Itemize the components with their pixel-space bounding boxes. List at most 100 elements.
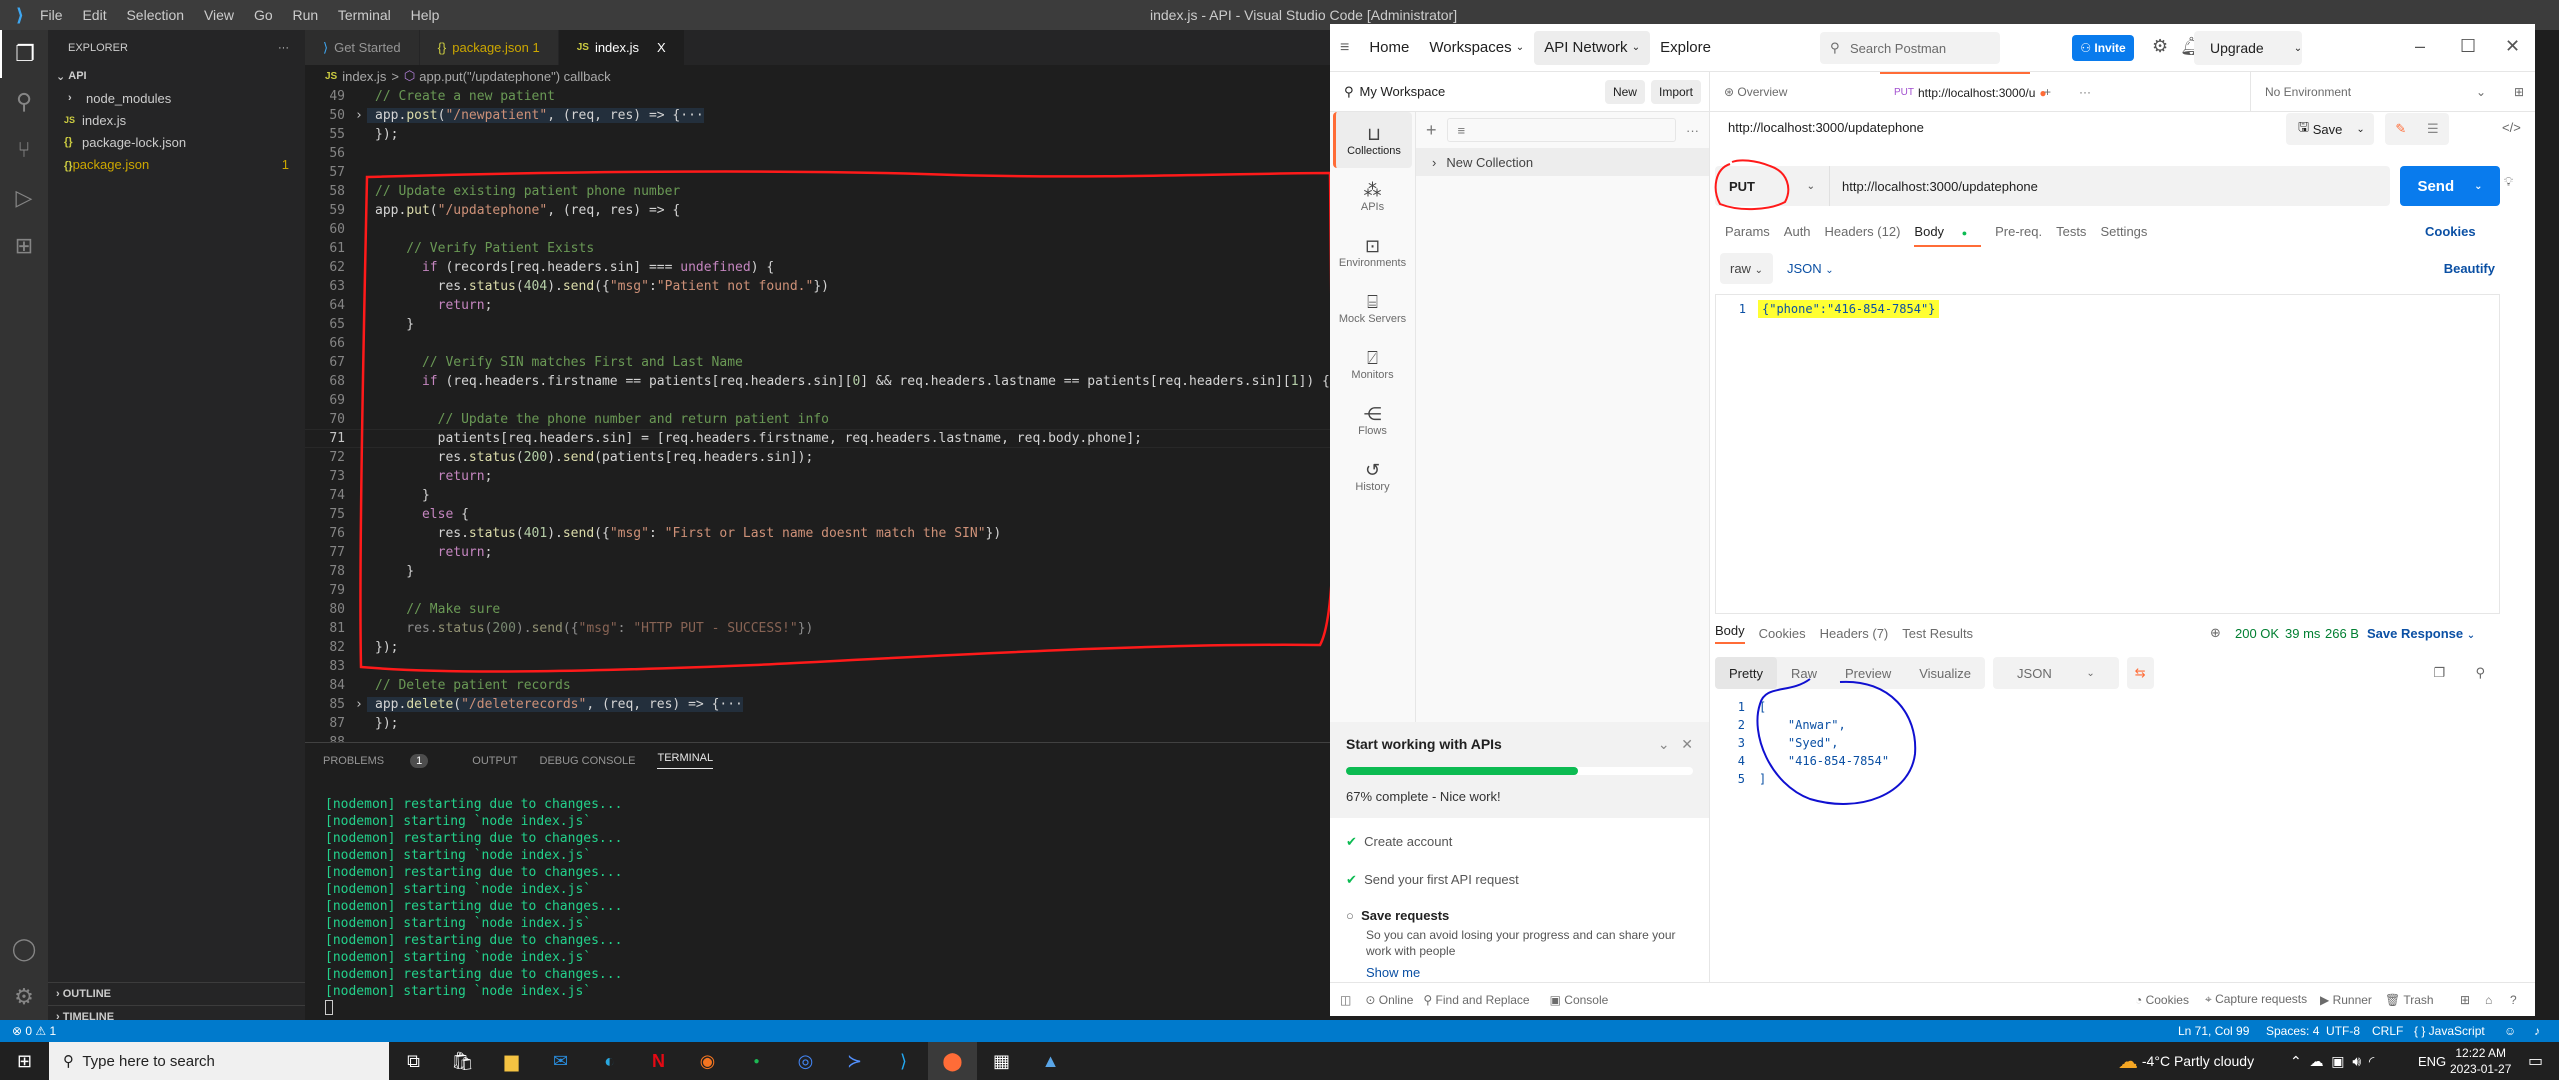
postman-taskbar-icon[interactable]: ⬤ <box>928 1042 977 1080</box>
nav-apis[interactable]: ⁂ APIs <box>1333 168 1412 224</box>
encoding[interactable]: UTF-8 <box>2326 1024 2360 1038</box>
feedback-icon[interactable]: ☺ <box>2504 1024 2516 1038</box>
nav-flows[interactable]: ⋲ Flows <box>1333 392 1412 448</box>
nav-environments[interactable]: ⊡ Environments <box>1333 224 1412 280</box>
tab-response-cookies[interactable]: Cookies <box>1759 626 1806 641</box>
body-lang-select[interactable]: JSON ⌄ <box>1787 261 1834 276</box>
tab-settings[interactable]: Settings <box>2100 224 2147 247</box>
cookies-button[interactable]: ◔ Cookies <box>2135 993 2189 1007</box>
runner-button[interactable]: ▶ Runner <box>2320 993 2372 1007</box>
show-me-link[interactable]: Show me <box>1366 965 1693 980</box>
notifications-bell-icon[interactable]: ♪ <box>2534 1024 2540 1038</box>
nav-mock-servers[interactable]: ⌸ Mock Servers <box>1333 280 1412 336</box>
minimize-icon[interactable]: – <box>2415 36 2425 57</box>
taskbar-search-input[interactable]: ⚲ Type here to search <box>49 1042 389 1080</box>
errors-status[interactable]: ⊗ 0 ⚠ 1 <box>12 1024 56 1038</box>
step-send-request[interactable]: ✔ Send your first API request <box>1346 872 1693 888</box>
notifications-icon[interactable]: ▭ <box>2528 1051 2543 1071</box>
comments-icon[interactable]: ☰ <box>2427 121 2439 137</box>
bootcamp-icon[interactable]: ⌂ <box>2485 993 2492 1007</box>
request-name[interactable]: http://localhost:3000/updatephone <box>1728 120 1924 135</box>
tab-test-results[interactable]: Test Results <box>1902 626 1973 641</box>
online-status[interactable]: ⊙ Online <box>1365 993 1413 1007</box>
wrap-lines-icon[interactable]: ⇆ <box>2126 657 2154 689</box>
input-language[interactable]: ENG <box>2418 1054 2446 1069</box>
nav-history[interactable]: ↺ History <box>1333 448 1412 504</box>
outline-section[interactable]: › OUTLINE <box>48 982 305 1004</box>
tree-item-node-modules[interactable]: › node_modules <box>48 87 305 109</box>
step-save-requests[interactable]: ○ Save requests <box>1346 908 1693 923</box>
copy-icon[interactable]: ❐ <box>2433 665 2445 681</box>
chevron-down-icon[interactable]: ⌄ <box>2294 43 2302 54</box>
code-snippet-icon[interactable]: </> <box>2502 120 2521 135</box>
breadcrumb-symbol[interactable]: app.put("/updatephone") callback <box>419 69 610 84</box>
tab-get-started[interactable]: ⟩ Get Started <box>305 30 420 65</box>
explorer-more-button[interactable]: ··· <box>278 42 289 54</box>
wifi-icon[interactable]: ◜ <box>2369 1053 2374 1069</box>
windows-start-icon[interactable]: ⊞ <box>0 1042 49 1080</box>
tab-more-icon[interactable]: ··· <box>2065 72 2105 112</box>
powershell-icon[interactable]: ≻ <box>830 1042 879 1080</box>
tree-item-package-lock[interactable]: {} package-lock.json <box>48 131 305 153</box>
clock[interactable]: 12:22 AM 2023-01-27 <box>2450 1045 2511 1077</box>
chrome-icon[interactable]: ◎ <box>781 1042 830 1080</box>
tree-root-api[interactable]: ⌄ API <box>48 65 305 87</box>
code-line[interactable]: 85 › app.delete("/deleterecords", (req, re… <box>305 695 1330 714</box>
new-button[interactable]: New <box>1604 79 1645 104</box>
find-replace-button[interactable]: ⚲ Find and Replace <box>1423 993 1529 1007</box>
cursor-position[interactable]: Ln 71, Col 99 <box>2178 1024 2249 1038</box>
language-mode[interactable]: { } JavaScript <box>2414 1024 2485 1038</box>
nav-workspaces[interactable]: Workspaces ⌄ <box>1419 31 1534 65</box>
tab-index-js[interactable]: JS index.js X <box>558 30 685 65</box>
help-icon[interactable]: ? <box>2510 993 2517 1007</box>
url-input[interactable]: http://localhost:3000/updatephone <box>1830 166 2390 206</box>
menu-view[interactable]: View <box>204 7 234 23</box>
tab-response-headers[interactable]: Headers (7) <box>1820 626 1889 641</box>
tab-pre-request[interactable]: Pre-req. <box>1995 224 2042 247</box>
ms-store-icon[interactable]: 🛍︎ <box>438 1042 487 1080</box>
vscode-taskbar-icon[interactable]: ⟩ <box>879 1042 928 1080</box>
source-control-icon[interactable]: ⑂ <box>0 126 48 174</box>
request-body-editor[interactable]: 1 {"phone":"416-854-7854"} <box>1715 294 2500 614</box>
toggle-sidebar-icon[interactable]: ◫ <box>1340 993 1351 1007</box>
two-pane-icon[interactable]: ⊞ <box>2460 993 2470 1007</box>
explorer-icon[interactable]: ❐ <box>0 30 48 78</box>
nav-explore[interactable]: Explore <box>1650 31 1721 65</box>
menu-selection[interactable]: Selection <box>126 7 184 23</box>
collection-filter-input[interactable]: ≡ <box>1446 118 1676 142</box>
tab-headers[interactable]: Headers (12) <box>1825 224 1901 247</box>
response-time[interactable]: 39 ms <box>2285 626 2320 641</box>
tab-output[interactable]: OUTPUT <box>472 755 517 767</box>
extensions-icon[interactable]: ⊞ <box>0 222 48 270</box>
fold-chevron-icon[interactable]: › <box>355 108 367 123</box>
terminal-output[interactable]: [nodemon] restarting due to changes... [n… <box>305 778 1330 1015</box>
tab-terminal[interactable]: TERMINAL <box>657 752 714 769</box>
new-tab-icon[interactable]: + <box>2030 72 2065 112</box>
body-mode-select[interactable]: raw ⌄ <box>1720 252 1773 284</box>
send-button[interactable]: Send ⌄ <box>2400 166 2500 206</box>
task-view-icon[interactable]: ⧉ <box>389 1042 438 1080</box>
cookies-link[interactable]: Cookies <box>2425 224 2476 239</box>
maximize-icon[interactable]: ☐ <box>2460 36 2476 57</box>
save-button[interactable]: 🖫 Save ⌄ <box>2286 113 2374 145</box>
lightbulb-icon[interactable]: 💡︎ <box>2504 174 2513 190</box>
breadcrumb-file[interactable]: index.js <box>342 69 386 84</box>
edge-icon[interactable]: ◐ <box>585 1042 634 1080</box>
meet-icon[interactable]: ▣ <box>2331 1053 2344 1069</box>
file-explorer-icon[interactable]: ▆ <box>487 1042 536 1080</box>
tab-params[interactable]: Params <box>1725 224 1770 247</box>
response-lang-select[interactable]: JSON ⌄ <box>1993 657 2119 689</box>
tab-auth[interactable]: Auth <box>1784 224 1811 247</box>
beautify-link[interactable]: Beautify <box>2444 261 2495 276</box>
response-status[interactable]: 200 OK <box>2235 626 2279 641</box>
import-button[interactable]: Import <box>1650 79 1701 104</box>
menu-terminal[interactable]: Terminal <box>338 7 391 23</box>
console-button[interactable]: ▣ Console <box>1550 993 1609 1007</box>
onedrive-icon[interactable]: ☁ <box>2310 1053 2324 1069</box>
close-window-icon[interactable]: ✕ <box>2505 36 2520 57</box>
search-icon[interactable]: ⚲ <box>0 78 48 126</box>
tree-item-package-json[interactable]: {}package.json 1 <box>48 153 305 175</box>
tree-item-index-js[interactable]: JS index.js <box>48 109 305 131</box>
settings-gear-icon[interactable]: ⚙ <box>0 973 48 1021</box>
tab-overview[interactable]: ⊛ Overview <box>1710 72 1880 112</box>
